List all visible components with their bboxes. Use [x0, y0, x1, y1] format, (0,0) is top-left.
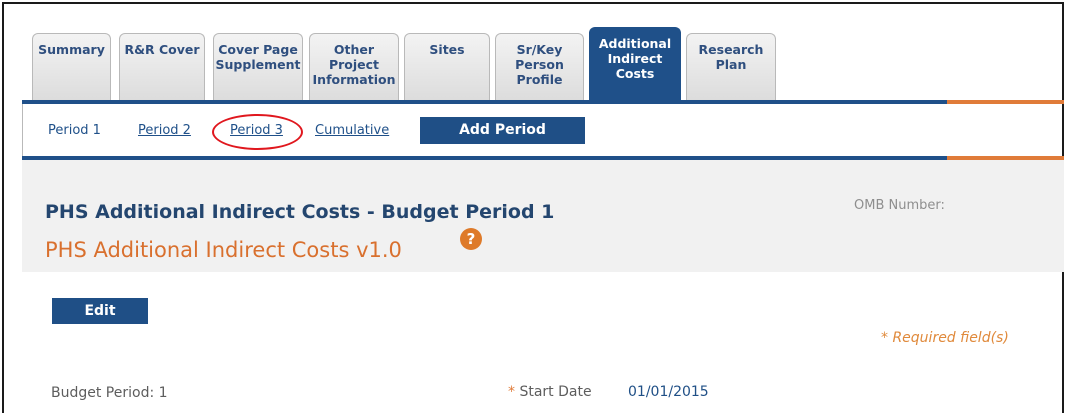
tab-label: Other Project Information	[312, 42, 396, 87]
add-period-button[interactable]: Add Period	[420, 117, 585, 144]
subnav-left-border	[22, 104, 23, 156]
tab-label: Additional Indirect Costs	[598, 36, 672, 81]
page-title: PHS Additional Indirect Costs - Budget P…	[45, 201, 555, 223]
tab-label: Sites	[429, 42, 465, 57]
tab-sites[interactable]: Sites	[404, 33, 490, 101]
omb-number-label: OMB Number:	[854, 198, 945, 213]
tab-label: Research Plan	[698, 42, 764, 72]
tab-bar-rule	[22, 100, 947, 104]
tab-label: Cover Page Supplement	[215, 42, 301, 72]
help-icon[interactable]: ?	[460, 228, 482, 250]
start-date-value: 01/01/2015	[628, 384, 709, 400]
start-date-label: * Start Date	[508, 384, 592, 400]
tab-sr-key-person-profile[interactable]: Sr/Key Person Profile	[495, 33, 584, 101]
period-2-link[interactable]: Period 2	[138, 123, 191, 138]
edit-button[interactable]: Edit	[52, 298, 148, 324]
cumulative-link[interactable]: Cumulative	[315, 123, 389, 138]
tab-cover-page-supplement[interactable]: Cover Page Supplement	[213, 33, 303, 101]
tab-bar-rule-accent	[947, 100, 1064, 104]
required-marker: *	[508, 384, 515, 400]
tab-rr-cover[interactable]: R&R Cover	[119, 33, 205, 101]
tab-research-plan[interactable]: Research Plan	[686, 33, 776, 101]
required-fields-note: * Required field(s)	[881, 330, 1009, 346]
tab-label: Sr/Key Person Profile	[515, 42, 564, 87]
tab-additional-indirect-costs[interactable]: Additional Indirect Costs	[589, 27, 681, 101]
tab-summary[interactable]: Summary	[32, 33, 111, 101]
start-date-label-text: Start Date	[519, 384, 592, 400]
form-name: PHS Additional Indirect Costs v1.0	[45, 238, 402, 262]
tab-other-project-information[interactable]: Other Project Information	[309, 33, 399, 101]
tab-label: R&R Cover	[124, 42, 200, 57]
period-1-link[interactable]: Period 1	[48, 123, 101, 138]
budget-period-label: Budget Period: 1	[51, 385, 168, 401]
period-3-highlight-circle	[212, 114, 303, 150]
tab-label: Summary	[38, 42, 105, 57]
